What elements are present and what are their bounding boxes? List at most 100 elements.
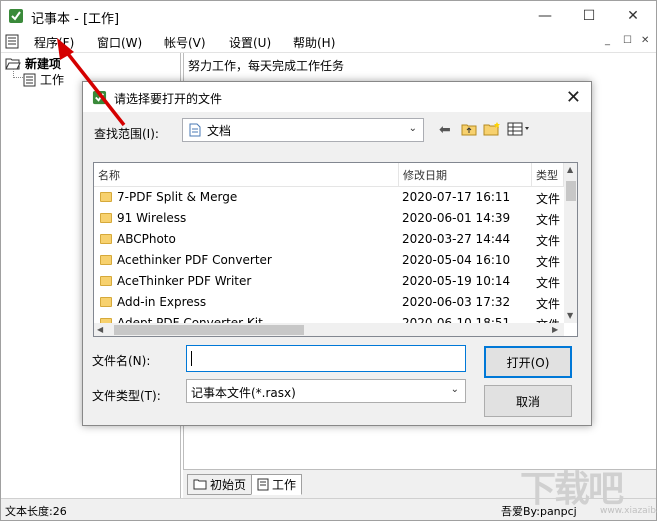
up-folder-icon[interactable]	[461, 122, 477, 136]
text-cursor	[191, 351, 192, 366]
look-in-value: 文档	[207, 123, 232, 138]
notepad-app-icon	[9, 9, 23, 23]
menu-bar: 程序(F) 窗口(W) 帐号(V) 设置(U) 帮助(H) _ ☐ ✕	[1, 31, 656, 53]
column-date-label: 修改日期	[403, 168, 447, 182]
notebook-icon	[23, 73, 36, 86]
filetype-label: 文件类型(T):	[92, 389, 161, 403]
file-date: 2020-03-27 14:44	[402, 232, 511, 246]
folder-icon	[100, 234, 112, 244]
tab-label: 工作	[272, 478, 297, 492]
minimize-icon: —	[538, 8, 552, 24]
view-menu-icon[interactable]	[507, 122, 533, 136]
close-button[interactable]: ✕	[611, 1, 655, 31]
notepad-app-icon	[92, 90, 107, 105]
file-date: 2020-05-04 16:10	[402, 253, 511, 267]
look-in-label: 查找范围(I):	[94, 127, 159, 141]
mdi-minimize-icon[interactable]: _	[605, 35, 610, 46]
column-type[interactable]: 类型	[532, 163, 564, 187]
filetype-dropdown[interactable]: 记事本文件(*.rasx) ⌄	[186, 379, 466, 403]
file-row[interactable]: 91 Wireless 2020-06-01 14:39 文件	[94, 208, 564, 229]
file-row[interactable]: ABCPhoto 2020-03-27 14:44 文件	[94, 229, 564, 250]
file-type: 文件	[536, 276, 561, 290]
chevron-down-icon: ⌄	[450, 384, 459, 395]
file-type: 文件	[536, 213, 561, 227]
tab-start-page[interactable]: 初始页	[187, 474, 253, 495]
folder-icon	[100, 213, 112, 223]
file-type: 文件	[536, 297, 561, 311]
tree-connector	[13, 69, 23, 78]
back-arrow-icon[interactable]: ⬅	[439, 122, 451, 138]
file-type: 文件	[536, 192, 561, 206]
file-date: 2020-07-17 16:11	[402, 190, 511, 204]
dialog-title: 请选择要打开的文件	[114, 92, 223, 106]
window-title: 记事本 - [工作]	[31, 12, 120, 27]
file-name: Add-in Express	[117, 295, 207, 309]
tree-child-label: 工作	[40, 73, 65, 87]
file-name: 91 Wireless	[117, 211, 187, 225]
file-type: 文件	[536, 255, 561, 269]
folder-icon	[100, 276, 112, 286]
scroll-up-icon[interactable]: ▲	[567, 165, 573, 174]
tree-child-item[interactable]: 工作	[23, 71, 64, 88]
dialog-title-bar: 请选择要打开的文件 ✕	[83, 82, 591, 112]
new-folder-icon[interactable]	[483, 122, 501, 136]
horizontal-scrollbar[interactable]: ◀ ▶	[94, 323, 564, 336]
maximize-icon: ☐	[582, 8, 596, 24]
open-button[interactable]: 打开(O)	[484, 346, 572, 378]
file-date: 2020-06-03 17:32	[402, 295, 511, 309]
open-file-dialog: 请选择要打开的文件 ✕ 查找范围(I): 文档 ⌄ ⬅ 名称 修改日期 类型 7…	[82, 81, 592, 426]
menu-account[interactable]: 帐号(V)	[164, 34, 206, 51]
cancel-button-label: 取消	[515, 394, 540, 409]
watermark-url: www.xiazaiba.com	[600, 506, 657, 516]
menu-window[interactable]: 窗口(W)	[97, 34, 142, 51]
file-row[interactable]: Add-in Express 2020-06-03 17:32 文件	[94, 292, 564, 313]
dialog-close-icon[interactable]: ✕	[566, 87, 581, 108]
scroll-down-icon[interactable]: ▼	[567, 311, 573, 320]
filename-input[interactable]	[186, 345, 466, 372]
tab-work[interactable]: 工作	[251, 474, 303, 495]
menu-settings[interactable]: 设置(U)	[229, 34, 271, 51]
scroll-thumb[interactable]	[114, 325, 304, 335]
close-icon: ✕	[627, 8, 639, 24]
filetype-value: 记事本文件(*.rasx)	[191, 386, 296, 400]
file-row[interactable]: 7-PDF Split & Merge 2020-07-17 16:11 文件	[94, 187, 564, 208]
column-name[interactable]: 名称	[94, 163, 399, 187]
column-date[interactable]: 修改日期	[399, 163, 532, 187]
watermark-logo: 下载吧	[520, 469, 624, 510]
tab-label: 初始页	[210, 478, 247, 492]
file-name: ABCPhoto	[117, 232, 176, 246]
file-row[interactable]: Acethinker PDF Converter 2020-05-04 16:1…	[94, 250, 564, 271]
editor-text[interactable]: 努力工作，每天完成工作任务	[188, 57, 344, 74]
chevron-down-icon: ⌄	[408, 123, 417, 134]
file-list: 名称 修改日期 类型 7-PDF Split & Merge 2020-07-1…	[93, 162, 578, 337]
folder-icon	[100, 255, 112, 265]
cancel-button[interactable]: 取消	[484, 385, 572, 417]
title-bar: 记事本 - [工作] — ☐ ✕	[1, 1, 656, 31]
mdi-close-icon[interactable]: ✕	[641, 35, 649, 46]
folder-icon	[193, 479, 207, 490]
minimize-button[interactable]: —	[523, 1, 567, 31]
file-type: 文件	[536, 234, 561, 248]
file-date: 2020-05-19 10:14	[402, 274, 511, 288]
notebook-icon	[257, 478, 269, 491]
text-length-status: 文本长度:26	[5, 505, 67, 518]
scroll-thumb[interactable]	[566, 181, 576, 201]
mdi-restore-icon[interactable]: ☐	[623, 35, 632, 46]
file-date: 2020-06-01 14:39	[402, 211, 511, 225]
look-in-dropdown[interactable]: 文档 ⌄	[182, 118, 424, 142]
vertical-scrollbar[interactable]: ▲ ▼	[564, 163, 577, 323]
column-type-label: 类型	[536, 168, 558, 182]
maximize-button[interactable]: ☐	[567, 1, 611, 31]
filename-label: 文件名(N):	[92, 354, 151, 368]
file-name: Acethinker PDF Converter	[117, 253, 272, 267]
file-row[interactable]: AceThinker PDF Writer 2020-05-19 10:14 文…	[94, 271, 564, 292]
column-name-label: 名称	[98, 168, 120, 182]
tree-root-label: 新建项	[25, 57, 62, 71]
menu-program[interactable]: 程序(F)	[34, 34, 74, 51]
file-name: 7-PDF Split & Merge	[117, 190, 238, 204]
scroll-right-icon[interactable]: ▶	[552, 325, 558, 334]
folder-icon	[100, 297, 112, 307]
scroll-left-icon[interactable]: ◀	[97, 325, 103, 334]
notebook-icon[interactable]	[5, 34, 19, 49]
menu-help[interactable]: 帮助(H)	[293, 34, 335, 51]
